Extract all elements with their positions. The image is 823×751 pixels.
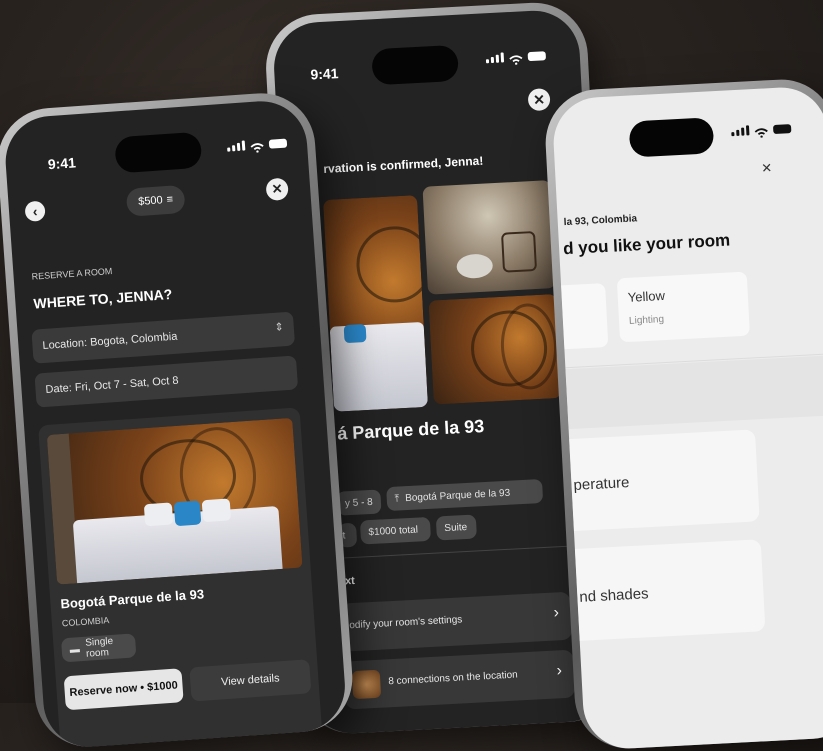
battery-icon [772,124,792,135]
hotel-country: COLOMBIA [61,615,110,629]
wifi-icon [250,139,265,153]
room-settings-heading: d you like your room [562,230,731,259]
balance-badge[interactable]: $500 ≡ [125,184,186,217]
coins-icon: ≡ [166,193,174,207]
reserve-room-screen: 9:41 ‹ $500 ≡ ✕ RESERVE A ROOM WHERE TO,… [2,98,348,750]
room-settings-screen: ✕ la 93, Colombia d you like your room Y… [551,85,823,751]
chip-location-label: Bogotá Parque de la 93 [404,487,511,504]
pillow-white [201,498,232,523]
chip-suite-label: Suite [444,521,468,534]
shades-label: nd shades [578,585,650,606]
signal-icon [485,52,505,64]
art-swirl [354,224,429,305]
chip-dates: y 5 - 8 [336,489,382,516]
signal-icon [731,125,750,137]
room-settings-label: odify your room's settings [349,614,463,632]
shades-row[interactable]: nd shades [574,539,766,641]
battery-icon [268,138,288,149]
dynamic-island [114,131,203,174]
hotel-title: á Parque de la 93 [336,415,485,444]
battery-icon [527,51,547,62]
avatar [351,669,382,700]
chip-total: $1000 total [359,516,432,545]
section-label: RESERVE A ROOM [31,266,113,282]
location-value: Location: Bogota, Colombia [42,330,178,353]
view-details-label: View details [220,672,280,689]
location-select[interactable]: Location: Bogota, Colombia ⇕ [31,311,296,364]
status-time: 9:41 [47,154,77,173]
phone-reserve-room: 9:41 ‹ $500 ≡ ✕ RESERVE A ROOM WHERE TO,… [0,89,356,751]
connections-row[interactable]: 8 connections on the location › [343,649,576,710]
wifi-icon [754,124,769,138]
hotel-name: Bogotá Parque de la 93 [60,586,205,612]
option-title: Yellow [627,287,666,305]
close-icon[interactable]: ✕ [527,88,551,112]
pillow-blue [343,323,367,344]
section-next: xt [344,574,356,588]
temperature-row[interactable]: perature [569,429,760,532]
chevron-updown-icon: ⇕ [274,321,285,334]
hotel-card[interactable]: Bogotá Parque de la 93 COLOMBIA ▬ Single … [38,407,323,750]
close-icon[interactable]: ✕ [265,177,289,202]
chair-image [501,230,538,273]
pouf-image [456,253,494,280]
back-button[interactable]: ‹ [24,200,46,222]
phone-room-settings: ✕ la 93, Colombia d you like your room Y… [542,76,823,751]
chevron-left-icon: ‹ [32,203,38,220]
chevron-right-icon: › [553,604,560,622]
reserve-button-label: Reserve now • $1000 [69,679,179,700]
status-icons [485,50,547,65]
temperature-label: perature [573,474,630,494]
chip-total-label: $1000 total [368,524,419,538]
view-details-button[interactable]: View details [189,659,312,702]
location-label: la 93, Colombia [563,213,638,229]
reserve-button[interactable]: Reserve now • $1000 [63,668,184,711]
confirmation-message: rvation is confirmed, Jenna! [323,153,484,176]
close-icon[interactable]: ✕ [761,160,773,177]
pillow-blue [173,500,202,527]
chip-suite: Suite [435,514,477,541]
option-yellow-lighting[interactable]: Yellow Lighting [616,271,750,343]
room-type-label: Single room [84,635,114,660]
room-photo-main[interactable] [323,195,429,412]
signal-icon [227,140,246,152]
option-subtitle: Lighting [628,314,665,327]
dynamic-island [628,117,715,158]
date-value: Date: Fri, Oct 7 - Sat, Oct 8 [45,374,179,396]
connections-label: 8 connections on the location [388,669,519,688]
status-icons [731,123,792,138]
chip-location: ⤒ Bogotá Parque de la 93 [386,478,544,512]
date-field[interactable]: Date: Fri, Oct 7 - Sat, Oct 8 [34,355,299,408]
room-type-chip: ▬ Single room [60,633,137,663]
chip-dates-label: y 5 - 8 [344,496,373,509]
balance-amount: $500 [137,194,164,209]
divider [339,544,592,559]
option-card[interactable] [561,283,609,350]
hotel-photo [46,417,303,585]
bed-icon: ▬ [69,643,81,656]
pin-icon: ⤒ [394,492,400,505]
frames-wall [46,433,80,585]
room-photo-art[interactable] [428,293,562,405]
wifi-icon [509,51,524,65]
status-time: 9:41 [310,65,339,83]
page-title: WHERE TO, JENNA? [32,285,173,312]
room-photo-lounge[interactable] [422,180,556,295]
chip-partial-label: t [342,529,346,541]
status-icons [227,138,288,153]
dynamic-island [371,44,459,86]
pillow-white [143,502,174,527]
room-settings-row[interactable]: odify your room's settings › [340,591,573,652]
chevron-right-icon: › [556,662,563,680]
